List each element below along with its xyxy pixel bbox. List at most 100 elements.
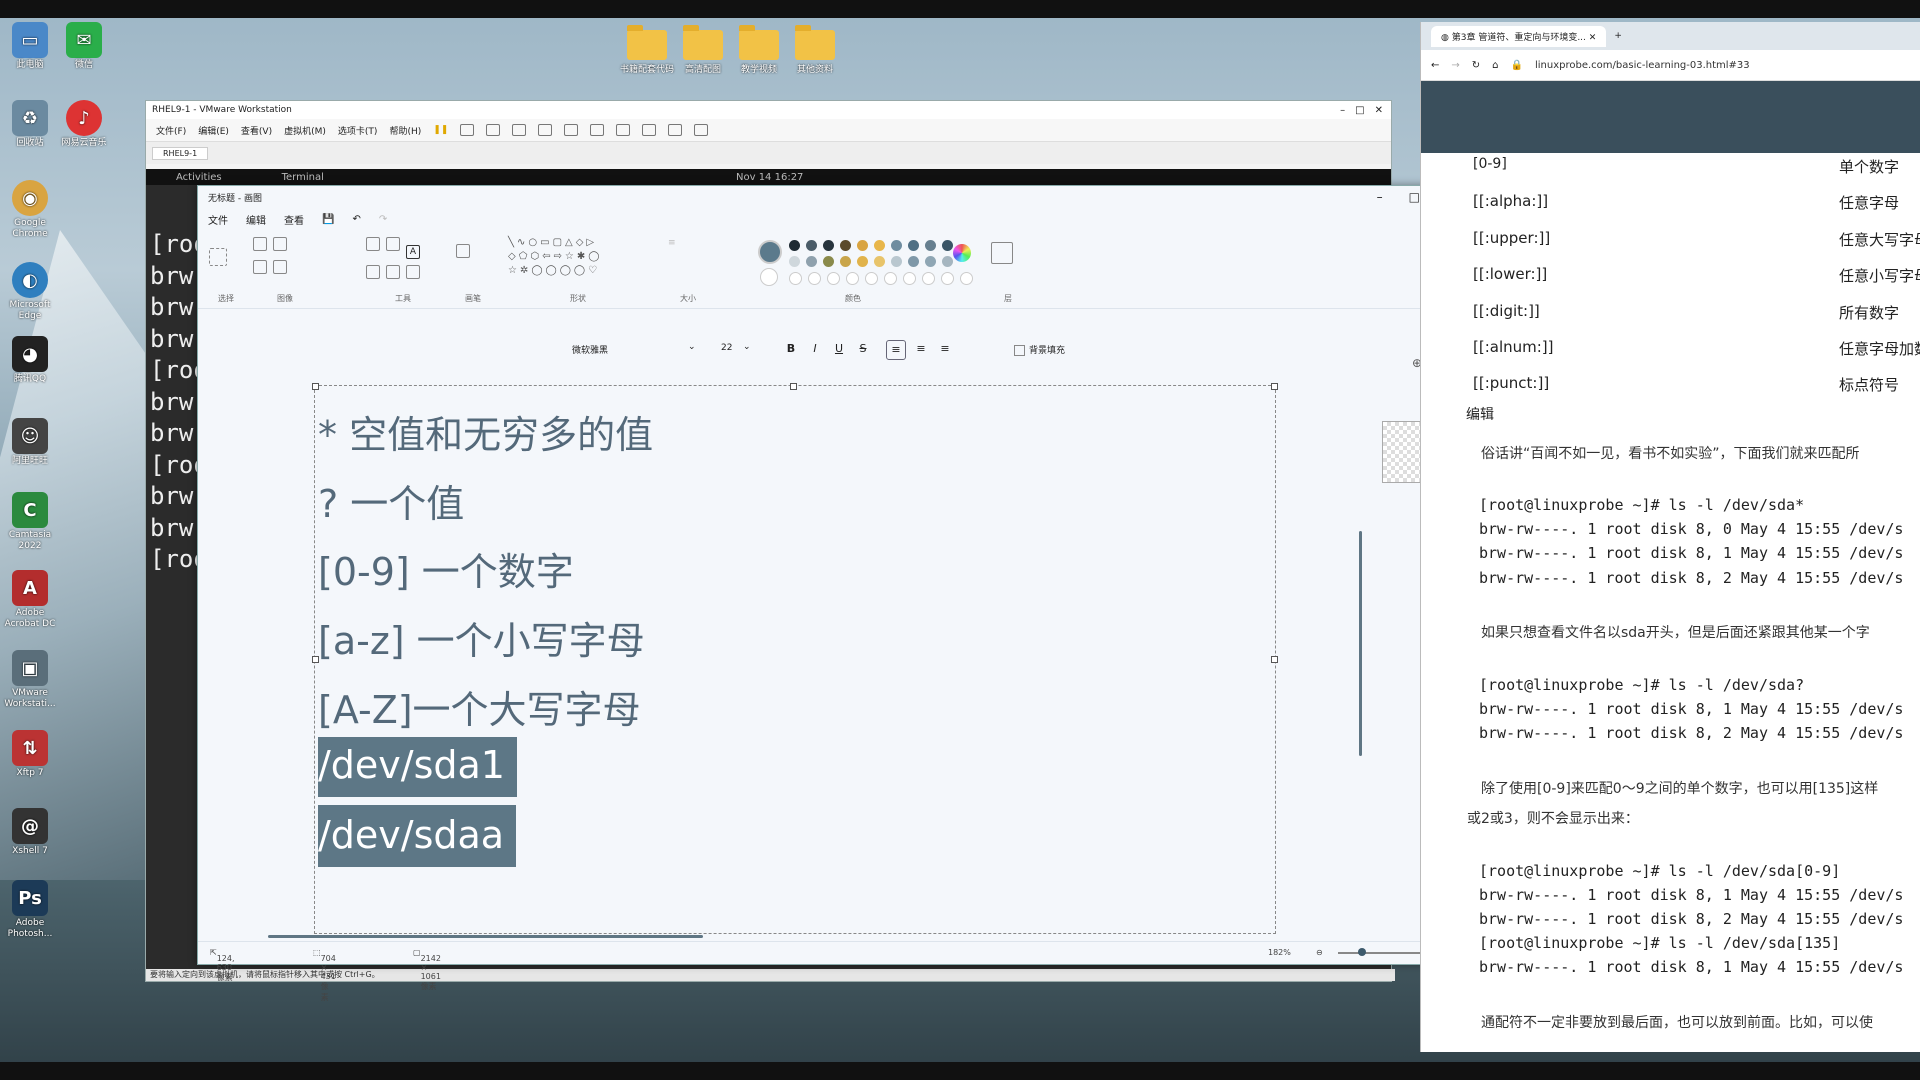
color-swatch[interactable] bbox=[808, 272, 821, 285]
color-swatch[interactable] bbox=[865, 272, 878, 285]
bold-button[interactable]: B bbox=[782, 340, 800, 358]
reload-icon[interactable]: ↻ bbox=[1472, 60, 1480, 71]
color-swatch[interactable] bbox=[874, 240, 885, 251]
manage-snapshots-icon[interactable] bbox=[538, 124, 553, 136]
save-icon[interactable]: 💾 bbox=[322, 214, 334, 225]
italic-button[interactable]: I bbox=[806, 340, 824, 358]
color-swatch[interactable] bbox=[846, 272, 859, 285]
color-swatch[interactable] bbox=[840, 240, 851, 251]
paint-menu-edit[interactable]: 编辑 bbox=[246, 212, 266, 227]
minimize-icon[interactable]: – bbox=[1340, 105, 1345, 116]
color-swatch[interactable] bbox=[908, 240, 919, 251]
edit-link[interactable]: 编辑 bbox=[1466, 404, 1494, 424]
chevron-down-icon[interactable]: ⌄ bbox=[743, 342, 751, 352]
maximize-icon[interactable]: □ bbox=[1409, 190, 1420, 204]
shapes-icon[interactable]: ╲∿○▭▢△◇▷ ◇⬠⬡⇦⇨☆✱◯ ☆✲◯◯◯◯♡ bbox=[508, 237, 602, 276]
color-swatch[interactable] bbox=[857, 256, 868, 267]
forward-icon[interactable]: → bbox=[1451, 60, 1459, 71]
redo-icon[interactable]: ↷ bbox=[379, 214, 387, 225]
select-icon[interactable] bbox=[209, 248, 227, 266]
color-swatch[interactable] bbox=[925, 240, 936, 251]
fill-icon[interactable] bbox=[386, 237, 400, 251]
horizontal-scrollbar[interactable] bbox=[268, 935, 703, 938]
home-icon[interactable]: ⌂ bbox=[1492, 60, 1498, 71]
font-select[interactable]: 微软雅黑 bbox=[572, 343, 608, 356]
browser-tab[interactable]: ◍ 第3章 管道符、重定向与环境变... ✕ bbox=[1431, 25, 1607, 47]
desktop-icon-acrobat[interactable]: A Adobe Acrobat DC bbox=[0, 570, 60, 630]
color-swatch[interactable] bbox=[823, 256, 834, 267]
brush-icon[interactable] bbox=[456, 244, 470, 258]
color-swatch[interactable] bbox=[789, 272, 802, 285]
resize-icon[interactable] bbox=[273, 237, 287, 251]
color-swatch[interactable] bbox=[857, 240, 868, 251]
color-swatch[interactable] bbox=[789, 256, 800, 267]
magnifier-icon[interactable] bbox=[406, 265, 420, 279]
color-swatch[interactable] bbox=[874, 256, 885, 267]
paint-menu-file[interactable]: 文件 bbox=[208, 212, 228, 227]
layers-icon[interactable] bbox=[991, 242, 1013, 264]
align-right-icon[interactable]: ≡ bbox=[936, 340, 954, 358]
vertical-scrollbar[interactable] bbox=[1359, 531, 1362, 756]
color-swatch[interactable] bbox=[891, 256, 902, 267]
gnome-clock[interactable]: Nov 14 16:27 bbox=[736, 172, 803, 183]
desktop-icon-qq[interactable]: ◕ 腾讯QQ bbox=[0, 336, 60, 385]
tab-rhel9-1[interactable]: RHEL9-1 bbox=[152, 146, 209, 160]
console-icon[interactable] bbox=[668, 124, 683, 136]
minimize-icon[interactable]: – bbox=[1377, 190, 1383, 204]
chevron-down-icon[interactable]: ⌄ bbox=[688, 342, 696, 352]
zoom-level[interactable]: 182% bbox=[1268, 948, 1291, 957]
rotate-icon[interactable] bbox=[253, 260, 267, 274]
resize-handle[interactable] bbox=[790, 383, 797, 390]
menu-file[interactable]: 文件(F) bbox=[156, 124, 186, 137]
color-swatch[interactable] bbox=[806, 256, 817, 267]
align-left-icon[interactable]: ≡ bbox=[886, 340, 906, 360]
edit-colors-icon[interactable] bbox=[953, 244, 971, 262]
resize-handle[interactable] bbox=[1271, 656, 1278, 663]
desktop-icon-chrome[interactable]: ◉ Google Chrome bbox=[0, 180, 60, 240]
desktop-icon-camtasia[interactable]: C Camtasia 2022 bbox=[0, 492, 60, 552]
desktop-icon-photoshop[interactable]: Ps Adobe Photosh... bbox=[0, 880, 60, 940]
strikethrough-button[interactable]: S bbox=[854, 340, 872, 358]
underline-button[interactable]: U bbox=[830, 340, 848, 358]
size-icon[interactable]: ≡ bbox=[668, 238, 676, 248]
color-swatch[interactable] bbox=[942, 240, 953, 251]
crop-icon[interactable] bbox=[253, 237, 267, 251]
menu-view[interactable]: 查看(V) bbox=[241, 124, 272, 137]
eraser-icon[interactable] bbox=[366, 265, 380, 279]
desktop-icon-this-pc[interactable]: ▭ 此电脑 bbox=[0, 22, 60, 71]
desktop-icon-recycle-bin[interactable]: ♻ 回收站 bbox=[0, 100, 60, 149]
fullscreen-icon[interactable] bbox=[616, 124, 631, 136]
desktop-icon-vmware[interactable]: ▣ VMware Workstati... bbox=[0, 650, 60, 710]
desktop-icon-wangwang[interactable]: ☺ 阿里旺旺 bbox=[0, 418, 60, 467]
snapshot-icon[interactable] bbox=[486, 124, 501, 136]
pause-icon[interactable]: ❚❚ bbox=[433, 125, 448, 135]
menu-vm[interactable]: 虚拟机(M) bbox=[284, 124, 326, 137]
resize-handle[interactable] bbox=[312, 383, 319, 390]
zoom-out-icon[interactable]: ⊖ bbox=[1316, 948, 1323, 957]
desktop-icon-edge[interactable]: ◐ Microsoft Edge bbox=[0, 262, 60, 322]
current-color[interactable] bbox=[758, 240, 782, 264]
color-swatch[interactable] bbox=[840, 256, 851, 267]
secondary-color[interactable] bbox=[760, 268, 778, 286]
revert-snapshot-icon[interactable] bbox=[512, 124, 527, 136]
resize-handle[interactable] bbox=[1271, 383, 1278, 390]
undo-icon[interactable]: ↶ bbox=[352, 214, 360, 225]
background-fill-toggle[interactable]: 背景填充 bbox=[1014, 343, 1065, 356]
paint-menu-view[interactable]: 查看 bbox=[284, 212, 304, 227]
menu-help[interactable]: 帮助(H) bbox=[389, 124, 421, 137]
menu-edit[interactable]: 编辑(E) bbox=[198, 124, 229, 137]
image-select-icon[interactable] bbox=[273, 260, 287, 274]
color-swatch[interactable] bbox=[922, 272, 935, 285]
stretch-icon[interactable] bbox=[694, 124, 709, 136]
text-tool-icon[interactable]: A bbox=[406, 245, 420, 259]
close-icon[interactable]: ✕ bbox=[1375, 105, 1383, 116]
color-swatch[interactable] bbox=[908, 256, 919, 267]
font-size-select[interactable]: 22 bbox=[721, 343, 732, 353]
desktop-folder-4[interactable]: 其他资料 bbox=[780, 25, 850, 75]
zoom-slider-thumb[interactable] bbox=[1358, 948, 1366, 956]
view-library-icon[interactable] bbox=[564, 124, 579, 136]
new-tab-icon[interactable]: + bbox=[1614, 31, 1622, 41]
desktop-icon-wechat[interactable]: ✉ 微信 bbox=[54, 22, 114, 71]
align-center-icon[interactable]: ≡ bbox=[912, 340, 930, 358]
color-swatch[interactable] bbox=[823, 240, 834, 251]
